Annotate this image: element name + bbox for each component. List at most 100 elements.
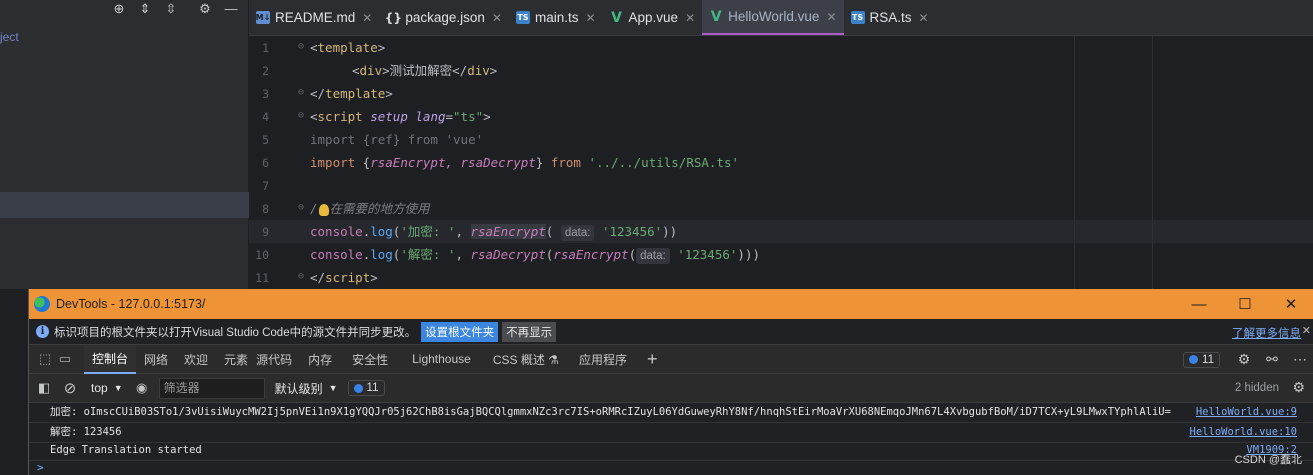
minimize-button[interactable]: — [1176,289,1222,319]
tab-sources[interactable]: 源代码 [256,345,300,374]
lightbulb-icon[interactable] [318,203,329,216]
log-text: 加密: oImscCUiB03STo1/3vUisiWuycMW2Ij5pnVE… [50,406,1171,418]
fold-marker-icon[interactable]: ⊖ [298,41,304,52]
issue-icon [353,383,363,393]
close-icon[interactable]: ✕ [826,10,836,24]
close-icon[interactable]: ✕ [585,11,595,25]
learn-more-link[interactable]: 了解更多信息 [1232,325,1301,341]
right-margin-guide [1074,36,1075,289]
set-root-folder-button[interactable]: 设置根文件夹 [421,321,499,342]
info-text: 标识项目的根文件夹以打开Visual Studio Code中的源文件并同步更改… [54,326,417,339]
maximize-button[interactable]: ☐ [1222,289,1268,319]
tab-elements[interactable]: 元素 [216,345,256,374]
info-bar: i 标识项目的根文件夹以打开Visual Studio Code中的源文件并同步… [29,319,1313,345]
tab-memory[interactable]: 内存 [300,345,340,374]
tab-lighthouse[interactable]: Lighthouse [400,345,485,374]
tab-label: main.ts [534,10,579,25]
tab-label: RSA.ts [869,10,912,25]
context-select[interactable]: top ▼ [91,381,123,395]
devtools-title-bar[interactable]: DevTools - 127.0.0.1:5173/ — ☐ ✕ [29,289,1313,319]
gear-icon[interactable]: ⚙ [196,0,214,17]
sidebar-toggle-icon[interactable]: ◧ [33,380,55,396]
right-margin-guide [1152,36,1153,289]
console-prompt[interactable]: > [37,461,44,474]
dont-show-again-button[interactable]: 不再显示 [502,321,557,342]
close-icon[interactable]: ✕ [492,11,502,25]
devtools-window: DevTools - 127.0.0.1:5173/ — ☐ ✕ i 标识项目的… [28,289,1313,475]
live-expression-eye-icon[interactable]: ◉ [131,380,153,396]
code-line: console.log('解密: ', rsaDecrypt(rsaEncryp… [310,247,760,264]
tab-console[interactable]: 控制台 [84,344,137,374]
tab-welcome[interactable]: 欢迎 [176,345,216,374]
log-levels-dropdown[interactable]: 默认级别 ▼ [275,380,338,397]
minimize-icon[interactable]: — [222,0,240,17]
tab-helloworld-vue[interactable]: V HelloWorld.vue ✕ [702,0,844,35]
code-line: console.log('加密: ', rsaEncrypt( data: '1… [310,224,678,241]
devtools-tab-bar: ⬚ ▭ 控制台 网络 欢迎 元素 源代码 内存 安全性 Lighthouse C… [29,344,1313,374]
parameter-hint: data: [560,225,595,241]
collapse-all-icon[interactable]: ⇳ [162,0,180,17]
console-settings-icon[interactable]: ⚙ [1292,379,1305,396]
tab-app-vue[interactable]: V App.vue ✕ [603,0,703,35]
fold-marker-icon[interactable]: ⊖ [298,110,304,121]
line-number: 6 [262,156,269,170]
console-message: 加密: oImscCUiB03STo1/3vUisiWuycMW2Ij5pnVE… [29,403,1313,423]
source-link[interactable]: HelloWorld.vue:9 [1196,403,1297,422]
source-link[interactable]: HelloWorld.vue:10 [1190,423,1297,442]
vue-file-icon: V [611,9,622,26]
tab-application[interactable]: 应用程序 [567,345,635,374]
tab-network[interactable]: 网络 [136,345,176,374]
code-line: <div>测试加解密</div> [352,63,498,78]
tab-main-ts[interactable]: TS main.ts ✕ [509,0,603,35]
locate-icon[interactable]: ⊕ [110,0,128,17]
line-number: 8 [262,202,269,216]
close-icon[interactable]: ✕ [362,11,372,25]
connect-icon[interactable]: ⚯ [1258,351,1286,368]
tab-readme[interactable]: M↓ README.md ✕ [249,0,379,35]
device-emulation-icon[interactable]: ▭ [56,351,74,367]
fold-marker-icon[interactable]: ⊖ [298,271,304,282]
project-tree-item[interactable]: ject [0,30,19,44]
watermark: CSDN @蠢北 [1234,454,1302,466]
tab-label: package.json [405,10,485,25]
project-panel: ⊕ ⇕ ⇳ ⚙ — ject [0,0,249,289]
line-number-gutter: 1 2 3 4 5 6 7 8 9 10 11 [249,36,297,289]
log-text: Edge Translation started [50,444,202,456]
close-icon[interactable]: ✕ [919,11,929,25]
close-icon[interactable]: ✕ [1302,324,1311,337]
tab-security[interactable]: 安全性 [340,345,400,374]
tab-package-json[interactable]: {} package.json ✕ [379,0,509,35]
line-number: 7 [262,179,269,193]
code-line: </script> [310,270,378,285]
expand-all-icon[interactable]: ⇕ [136,0,154,17]
project-tree-selected-row[interactable] [0,192,249,218]
line-number: 11 [255,271,269,285]
close-icon[interactable]: ✕ [685,11,695,25]
code-line: <template> [310,40,386,55]
settings-gear-icon[interactable]: ⚙ [1230,351,1258,368]
line-number: 9 [262,225,269,239]
more-options-icon[interactable]: ⋯ [1286,351,1313,368]
messages-badge[interactable]: 11 [1183,351,1220,368]
close-button[interactable]: ✕ [1268,289,1313,319]
code-line: </template> [310,86,393,101]
message-icon [1189,355,1199,364]
tab-css-overview[interactable]: CSS 概述 ⚗ [485,345,567,374]
fold-marker-icon[interactable]: ⊖ [298,87,304,98]
clear-console-icon[interactable]: ⊘ [59,379,81,397]
json-file-icon: {} [384,10,402,25]
tab-rsa-ts[interactable]: TS RSA.ts ✕ [844,0,936,35]
line-number: 1 [262,41,269,55]
code-editor[interactable]: 1 2 3 4 5 6 7 8 9 10 11 ⊖ ⊖ ⊖ ⊖ ⊖ <templ… [249,36,1313,289]
add-tab-button[interactable]: + [635,345,666,374]
project-toolbar: ⊕ ⇕ ⇳ ⚙ — [110,0,240,17]
tab-label: README.md [275,10,356,25]
console-message: 解密: 123456 HelloWorld.vue:10 [29,423,1313,443]
inspect-element-icon[interactable]: ⬚ [36,351,54,367]
fold-marker-icon[interactable]: ⊖ [298,202,304,213]
filter-input[interactable]: 筛选器 [158,377,265,399]
issues-badge[interactable]: 11 [347,380,385,396]
markdown-file-icon: M↓ [255,11,271,24]
vue-file-icon: V [710,8,722,25]
window-title: DevTools - 127.0.0.1:5173/ [56,297,206,311]
